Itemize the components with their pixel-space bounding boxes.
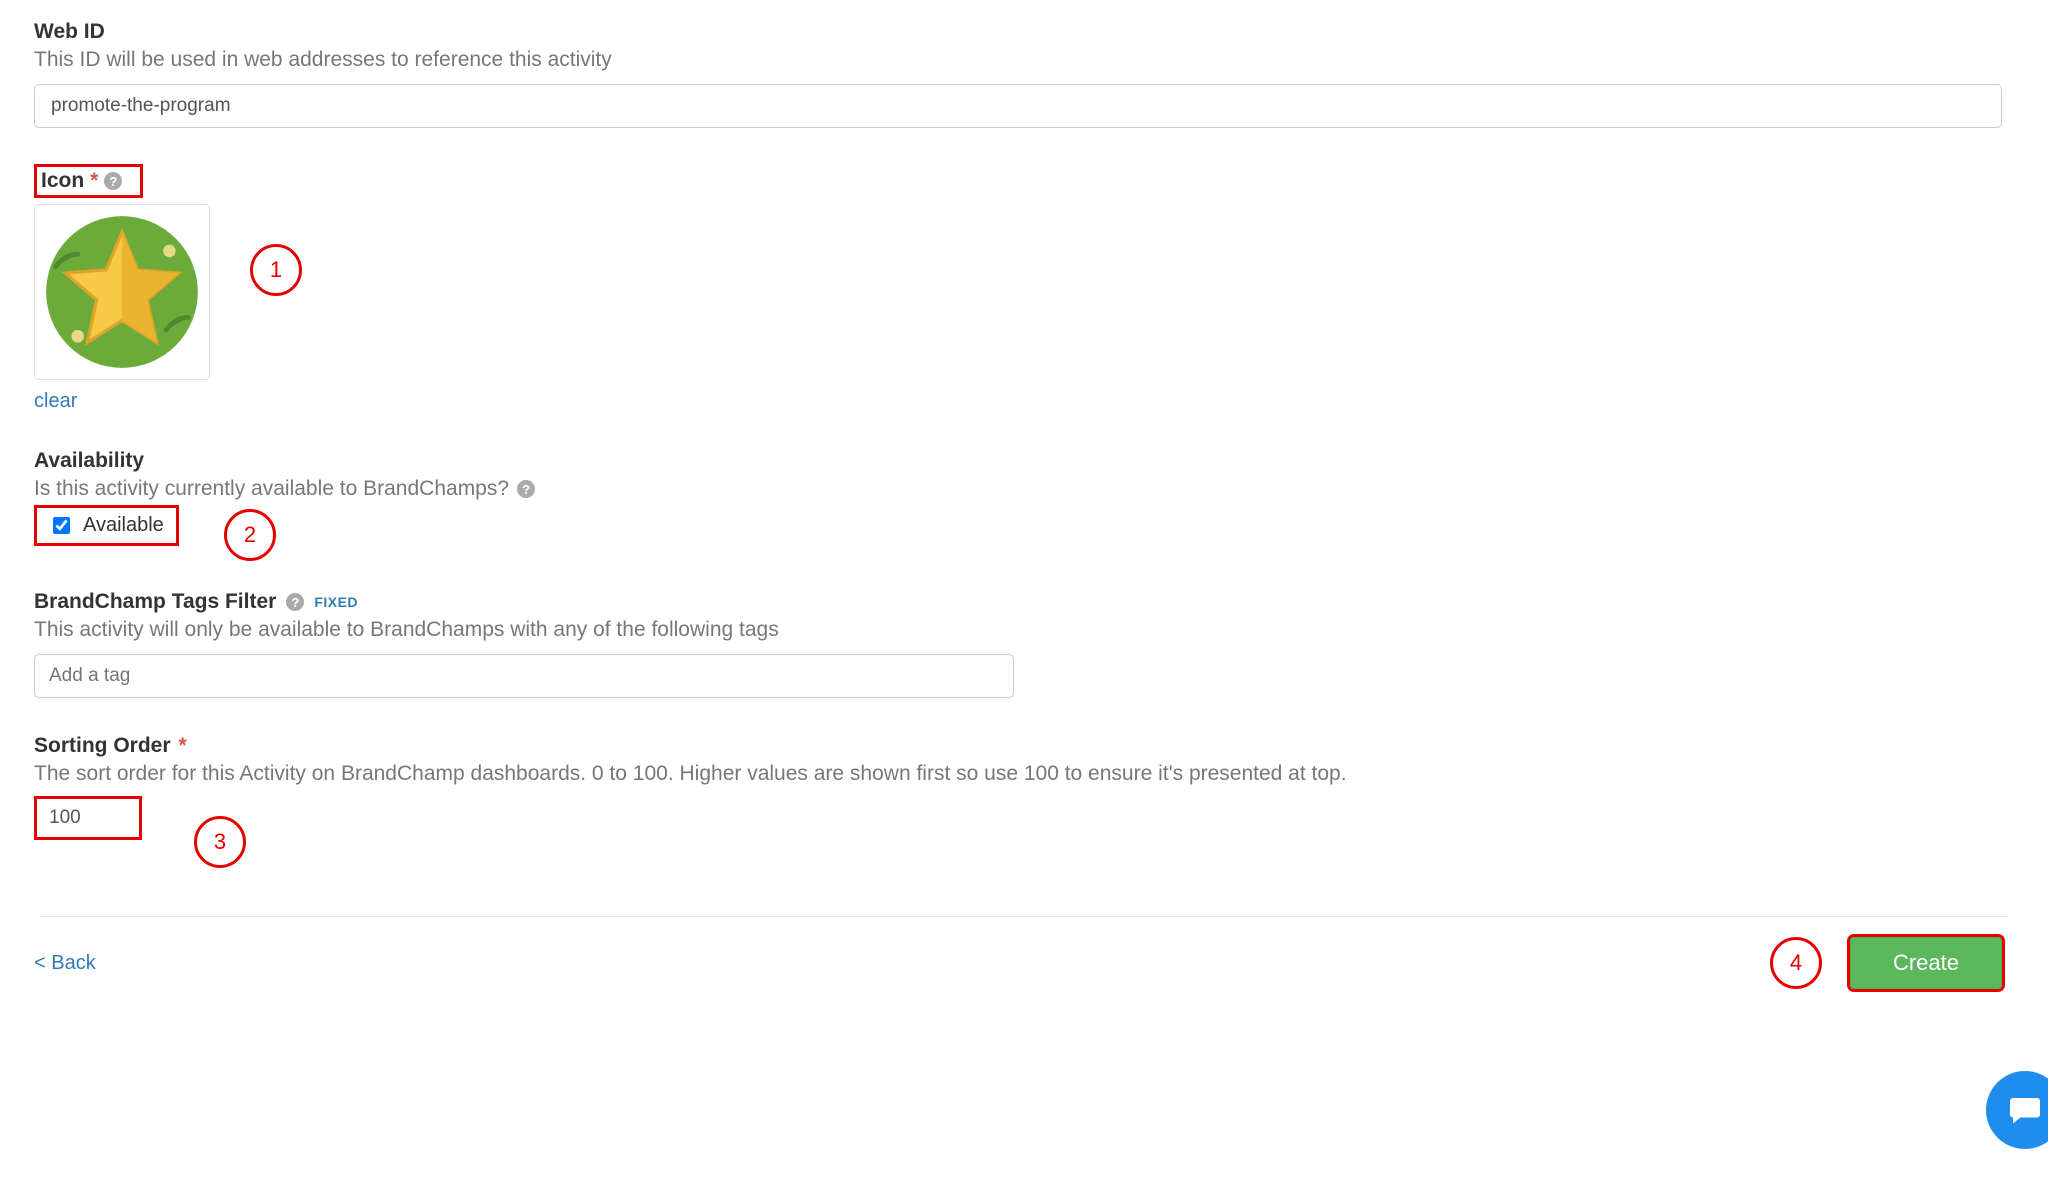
availability-group: Availability Is this activity currently … [34, 449, 2014, 546]
callout-4: 4 [1770, 937, 1822, 989]
web-id-sublabel: This ID will be used in web addresses to… [34, 48, 2014, 72]
tags-label: BrandChamp Tags Filter [34, 590, 276, 614]
form-footer: < Back 4 Create [34, 937, 2002, 989]
icon-label-highlight: Icon * ? [34, 164, 143, 198]
create-button[interactable]: Create [1850, 937, 2002, 989]
available-checkbox[interactable] [53, 517, 70, 534]
callout-2: 2 [224, 509, 276, 561]
icon-clear-link[interactable]: clear [34, 390, 77, 413]
callout-1: 1 [250, 244, 302, 296]
footer-divider [40, 916, 2008, 917]
icon-preview[interactable] [34, 204, 210, 380]
web-id-group: Web ID This ID will be used in web addre… [34, 20, 2014, 128]
help-icon[interactable]: ? [517, 480, 535, 498]
icon-required-marker: * [90, 169, 98, 193]
web-id-input[interactable] [34, 84, 2002, 128]
web-id-label: Web ID [34, 20, 105, 44]
chat-icon [2007, 1092, 2043, 1128]
help-icon[interactable]: ? [286, 593, 304, 611]
star-icon [43, 213, 201, 371]
sorting-order-sublabel: The sort order for this Activity on Bran… [34, 762, 2014, 786]
sorting-order-group: Sorting Order * The sort order for this … [34, 734, 2014, 840]
tags-fixed-badge: FIXED [314, 594, 358, 610]
tags-input[interactable] [34, 654, 1014, 698]
tags-group: BrandChamp Tags Filter ? FIXED This acti… [34, 590, 2014, 698]
sorting-order-label: Sorting Order [34, 734, 171, 758]
availability-sublabel: Is this activity currently available to … [34, 477, 509, 501]
back-link[interactable]: < Back [34, 952, 96, 975]
sorting-order-required-marker: * [179, 734, 187, 758]
availability-label: Availability [34, 449, 144, 473]
tags-sublabel: This activity will only be available to … [34, 618, 2014, 642]
icon-label: Icon [41, 169, 84, 193]
chat-widget[interactable] [1986, 1071, 2048, 1149]
available-checkbox-wrap[interactable]: Available [34, 505, 179, 546]
sorting-order-input[interactable] [34, 796, 142, 840]
help-icon[interactable]: ? [104, 172, 122, 190]
callout-3: 3 [194, 816, 246, 868]
available-checkbox-label: Available [83, 514, 164, 537]
icon-group: Icon * ? clear 1 [34, 164, 2014, 413]
